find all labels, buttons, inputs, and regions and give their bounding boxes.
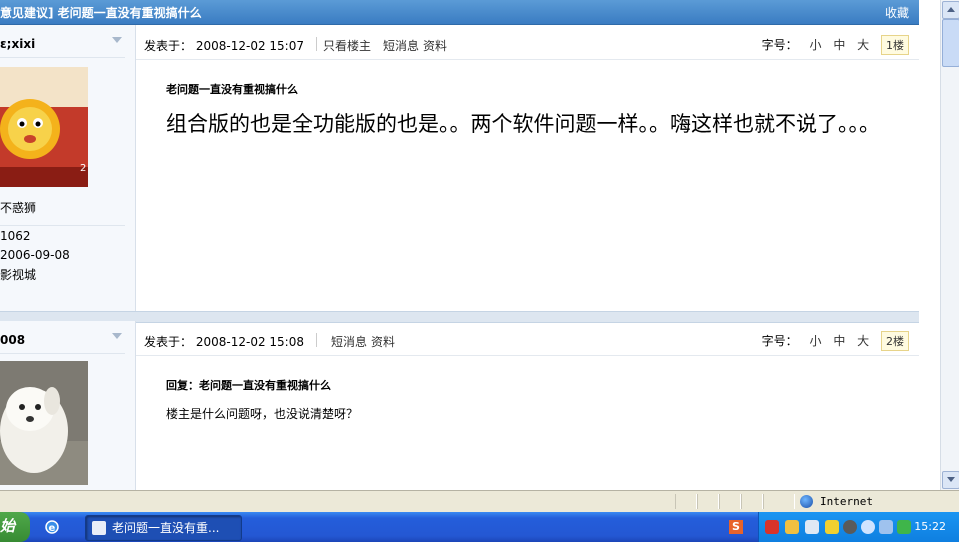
clock[interactable]: 15:22 (914, 520, 946, 533)
tray-app-icon[interactable] (805, 520, 819, 534)
post-header: 发表于： 2008-12-02 15:08 短消息 资料 字号： 小 中 大 2… (136, 321, 919, 356)
tray-app-icon[interactable] (843, 520, 857, 534)
only-op-link[interactable]: 只看楼主 (323, 37, 371, 54)
thread-content: ε;xixi 2 不惑狮 1062 2006-09-08 影视城 发表于： 20… (0, 25, 919, 490)
thread-title-bar: 意见建议] 老问题一直没有重视搞什么 收藏 (0, 0, 919, 25)
posted-time: 2008-12-02 15:07 (195, 39, 304, 53)
font-size-label: 字号： (761, 38, 798, 52)
font-size-selector: 字号： 小 中 大 2楼 (762, 331, 909, 351)
post-text: 楼主是什么问题呀，也没说清楚呀？ (166, 407, 359, 421)
favorite-link[interactable]: 收藏 (885, 4, 909, 21)
font-size-label: 字号： (761, 334, 798, 348)
user-title: 不惑狮 (0, 201, 37, 215)
globe-icon (800, 495, 813, 508)
post-header: 发表于： 2008-12-02 15:07 只看楼主 短消息 资料 字号： 小 … (136, 25, 919, 60)
input-method-icon[interactable]: S (729, 520, 743, 534)
svg-text:2: 2 (80, 163, 86, 174)
arrow-up-icon (947, 7, 955, 12)
user-stat-location: 影视城 (0, 268, 37, 282)
user-stat-joined: 2006-09-08 (0, 248, 70, 262)
taskbar-window-button[interactable]: 老问题一直没有重... (85, 515, 242, 541)
system-tray: 15:22 (758, 512, 959, 542)
scroll-up-button[interactable] (942, 1, 959, 19)
status-cell (697, 494, 719, 509)
profile-link[interactable]: 资料 (371, 333, 395, 350)
status-bar: Internet (0, 490, 959, 513)
tray-app-icon[interactable] (897, 520, 911, 534)
post-body: 老问题一直没有重视搞什么 组合版的也是全功能版的也是。。两个软件问题一样。。嗨这… (166, 81, 896, 140)
divider (0, 225, 125, 226)
document-icon (92, 521, 106, 535)
avatar (0, 361, 88, 485)
svg-text:e: e (49, 523, 56, 534)
floor-badge: 2楼 (881, 331, 909, 351)
font-size-medium[interactable]: 中 (833, 38, 845, 52)
post-title: 老问题一直没有重视搞什么 (166, 83, 298, 96)
post-1: ε;xixi 2 不惑狮 1062 2006-09-08 影视城 发表于： 20… (0, 25, 919, 311)
post-title: 回复：老问题一直没有重视搞什么 (166, 379, 331, 392)
divider (0, 57, 125, 58)
user-panel: ε;xixi 2 不惑狮 1062 2006-09-08 影视城 (0, 25, 136, 311)
pm-link[interactable]: 短消息 (383, 37, 419, 54)
tray-network-icon[interactable] (879, 520, 893, 534)
user-menu-arrow-icon[interactable] (112, 333, 122, 339)
tray-app-icon[interactable] (825, 520, 839, 534)
status-cell (719, 494, 741, 509)
vertical-scrollbar[interactable] (940, 0, 959, 490)
divider (316, 333, 317, 347)
status-cell (675, 494, 697, 509)
taskbar: 始 e 老问题一直没有重... S 15:22 (0, 512, 959, 542)
font-size-large[interactable]: 大 (857, 334, 869, 348)
username[interactable]: 008 (0, 333, 25, 347)
user-stat-posts: 1062 (0, 229, 31, 243)
tray-app-icon[interactable] (765, 520, 779, 534)
start-label: 始 (0, 517, 16, 535)
tray-app-icon[interactable] (785, 520, 799, 534)
user-panel: 008 (0, 321, 136, 490)
status-cell (763, 494, 795, 509)
font-size-large[interactable]: 大 (857, 38, 869, 52)
font-size-small[interactable]: 小 (809, 334, 821, 348)
zone-label: Internet (820, 495, 873, 508)
scroll-thumb[interactable] (942, 19, 959, 67)
tray-app-icon[interactable] (861, 520, 875, 534)
post-body: 回复：老问题一直没有重视搞什么 楼主是什么问题呀，也没说清楚呀？ (166, 377, 358, 422)
start-button[interactable]: 始 (0, 512, 30, 542)
scroll-down-button[interactable] (942, 471, 959, 489)
pm-link[interactable]: 短消息 (331, 333, 367, 350)
font-size-medium[interactable]: 中 (833, 334, 845, 348)
font-size-small[interactable]: 小 (809, 38, 821, 52)
floor-badge: 1楼 (881, 35, 909, 55)
ie-icon[interactable]: e (44, 519, 60, 535)
taskbar-window-label: 老问题一直没有重... (112, 521, 220, 535)
page-margin (919, 0, 940, 490)
posted-time: 2008-12-02 15:08 (195, 335, 304, 349)
post-text: 组合版的也是全功能版的也是。。两个软件问题一样。。嗨这样也就不说了。。。 (166, 112, 880, 136)
user-menu-arrow-icon[interactable] (112, 37, 122, 43)
font-size-selector: 字号： 小 中 大 1楼 (762, 35, 909, 55)
arrow-down-icon (947, 477, 955, 482)
post-time: 发表于： 2008-12-02 15:07 (144, 37, 304, 54)
security-zone: Internet (800, 495, 873, 508)
divider (0, 353, 125, 354)
post-2: 008 发表于： 2008-12-02 15:08 短消息 资料 字号： 小 中… (0, 321, 919, 490)
username[interactable]: ε;xixi (0, 37, 35, 51)
posted-label: 发表于： (144, 335, 193, 349)
status-cell (741, 494, 763, 509)
post-time: 发表于： 2008-12-02 15:08 (144, 333, 304, 350)
thread-title: 意见建议] 老问题一直没有重视搞什么 (0, 6, 202, 20)
divider (316, 37, 317, 51)
avatar: 2 (0, 67, 88, 187)
posted-label: 发表于： (144, 39, 193, 53)
profile-link[interactable]: 资料 (423, 37, 447, 54)
